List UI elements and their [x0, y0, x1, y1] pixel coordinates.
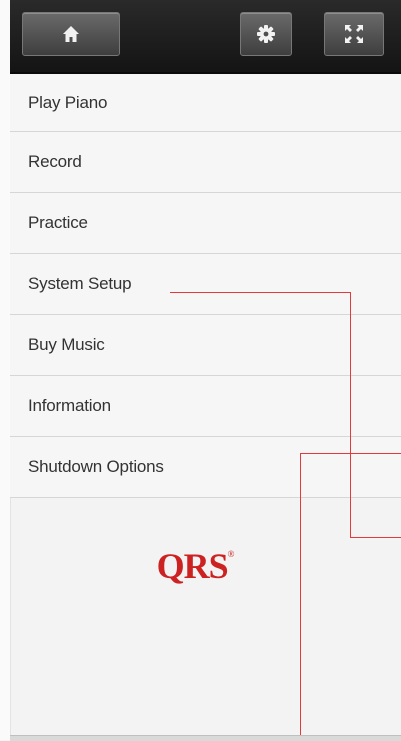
home-icon [62, 25, 80, 43]
top-toolbar [10, 0, 401, 74]
menu-item-system-setup[interactable]: System Setup [10, 254, 401, 315]
bottom-edge [10, 735, 401, 741]
menu-item-label: Practice [28, 213, 88, 232]
menu-item-play-piano[interactable]: Play Piano [10, 74, 401, 132]
menu-item-shutdown-options[interactable]: Shutdown Options [10, 437, 401, 498]
menu-item-practice[interactable]: Practice [10, 193, 401, 254]
annotation-line [300, 453, 301, 740]
menu-item-label: Record [28, 152, 82, 171]
menu-item-label: Play Piano [28, 92, 108, 112]
annotation-line [350, 292, 351, 537]
menu-item-label: Shutdown Options [28, 457, 164, 476]
main-menu: Play Piano Record Practice System Setup … [10, 74, 401, 498]
annotation-line [300, 453, 401, 454]
menu-item-label: System Setup [28, 274, 132, 293]
fullscreen-button[interactable] [324, 12, 384, 56]
annotation-line [350, 537, 401, 538]
annotation-line [170, 292, 350, 293]
menu-item-buy-music[interactable]: Buy Music [10, 315, 401, 376]
app-window: Play Piano Record Practice System Setup … [0, 0, 401, 741]
menu-item-label: Buy Music [28, 335, 105, 354]
home-button[interactable] [22, 12, 120, 56]
settings-button[interactable] [240, 12, 292, 56]
menu-item-record[interactable]: Record [10, 132, 401, 193]
qrs-logo: QRS® [0, 545, 391, 587]
menu-item-information[interactable]: Information [10, 376, 401, 437]
gear-icon [256, 24, 276, 44]
fullscreen-icon [343, 23, 365, 45]
menu-item-label: Information [28, 396, 111, 415]
logo-registered-mark: ® [227, 549, 235, 559]
logo-text: QRS [156, 546, 229, 586]
